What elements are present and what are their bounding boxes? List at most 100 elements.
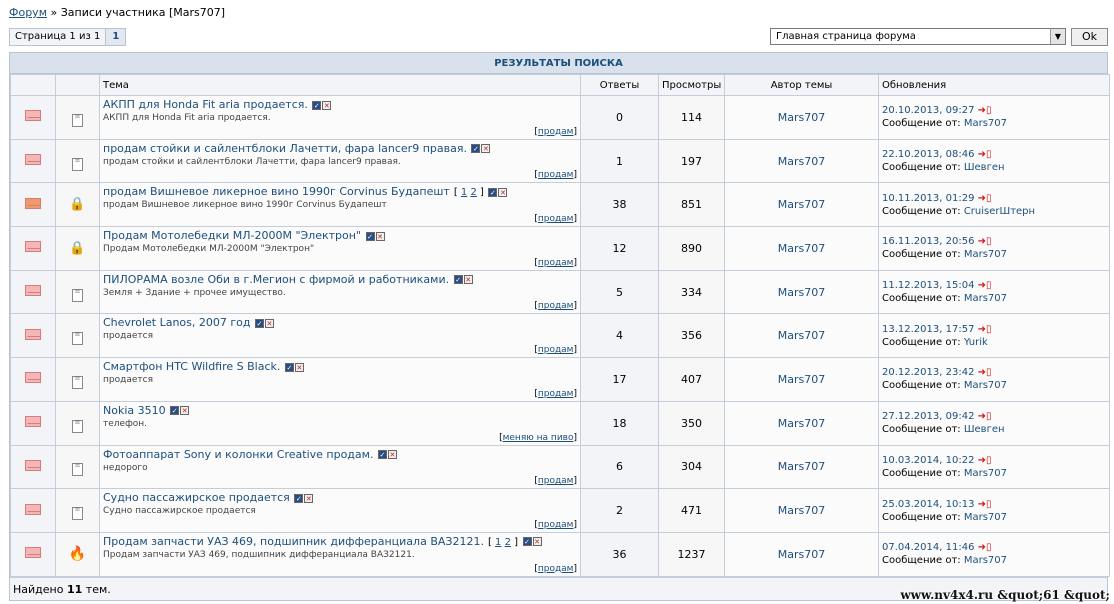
last-post-date[interactable]: 10.03.2014, 10:22 (882, 455, 974, 466)
topic-page-link[interactable]: 1 (495, 537, 501, 548)
last-post-date[interactable]: 20.10.2013, 09:27 (882, 105, 974, 116)
moderation-check-icon[interactable]: ✓ (488, 187, 498, 197)
goto-last-post-icon[interactable]: ➜▯ (978, 411, 992, 422)
replies-count[interactable]: 2 (580, 488, 659, 533)
last-poster-link[interactable]: Mars707 (964, 380, 1007, 391)
goto-last-post-icon[interactable]: ➜▯ (978, 499, 992, 510)
goto-last-post-icon[interactable]: ➜▯ (978, 367, 992, 378)
replies-count[interactable]: 18 (580, 400, 659, 446)
author-link[interactable]: Mars707 (778, 286, 825, 299)
moderation-check-icon[interactable]: ✓ (471, 144, 481, 154)
moderation-delete-icon[interactable]: ✕ (481, 144, 491, 154)
last-post-date[interactable]: 16.11.2013, 20:56 (882, 236, 974, 247)
last-post-date[interactable]: 10.11.2013, 01:29 (882, 193, 974, 204)
replies-count[interactable]: 17 (580, 357, 659, 402)
goto-last-post-icon[interactable]: ➜▯ (978, 324, 992, 335)
author-link[interactable]: Mars707 (778, 329, 825, 342)
replies-count[interactable]: 0 (580, 95, 659, 140)
last-poster-link[interactable]: Mars707 (964, 512, 1007, 523)
moderation-check-icon[interactable]: ✓ (312, 100, 322, 110)
topic-title-link[interactable]: Фотоаппарат Sony и колонки Creative прод… (103, 448, 373, 461)
moderation-delete-icon[interactable]: ✕ (294, 362, 304, 372)
replies-count[interactable]: 12 (580, 226, 659, 271)
moderation-check-icon[interactable]: ✓ (453, 275, 463, 285)
goto-last-post-icon[interactable]: ➜▯ (978, 193, 992, 204)
page-count-label[interactable]: Страница 1 из 1 (10, 29, 107, 45)
last-poster-link[interactable]: Mars707 (964, 468, 1007, 479)
topic-title-link[interactable]: Продам Мотолебедки МЛ-2000М "Электрон" (103, 229, 361, 242)
last-poster-link[interactable]: Mars707 (964, 118, 1007, 129)
topic-title-link[interactable]: Продам запчасти УАЗ 469, подшипник диффе… (103, 535, 484, 548)
topic-tag-link[interactable]: продам (538, 476, 574, 486)
last-poster-link[interactable]: Mars707 (964, 555, 1007, 566)
topic-title-link[interactable]: ПИЛОРАМА возле Оби в г.Мегион с фирмой и… (103, 273, 449, 286)
replies-count[interactable]: 1 (580, 138, 659, 184)
topic-page-link[interactable]: 2 (505, 537, 511, 548)
page-number-1[interactable]: 1 (106, 29, 126, 45)
moderation-check-icon[interactable]: ✓ (284, 362, 294, 372)
moderation-delete-icon[interactable]: ✕ (375, 231, 385, 241)
goto-last-post-icon[interactable]: ➜▯ (978, 455, 992, 466)
moderation-delete-icon[interactable]: ✕ (180, 406, 190, 416)
last-post-date[interactable]: 22.10.2013, 08:46 (882, 149, 974, 160)
topic-title-link[interactable]: Nokia 3510 (103, 404, 166, 417)
last-post-date[interactable]: 20.12.2013, 23:42 (882, 367, 974, 378)
topic-title-link[interactable]: продам Вишневое ликерное вино 1990г Corv… (103, 185, 450, 198)
author-link[interactable]: Mars707 (778, 111, 825, 124)
last-poster-link[interactable]: Yurik (964, 337, 988, 348)
breadcrumb-forum-link[interactable]: Форум (9, 6, 47, 19)
topic-title-link[interactable]: Chevrolet Lanos, 2007 год (103, 316, 250, 329)
topic-tag-link[interactable]: продам (538, 301, 574, 311)
last-post-date[interactable]: 13.12.2013, 17:57 (882, 324, 974, 335)
moderation-delete-icon[interactable]: ✕ (532, 537, 542, 547)
author-link[interactable]: Mars707 (778, 504, 825, 517)
replies-count[interactable]: 6 (580, 444, 659, 490)
last-poster-link[interactable]: Mars707 (964, 293, 1007, 304)
goto-last-post-icon[interactable]: ➜▯ (978, 105, 992, 116)
moderation-check-icon[interactable]: ✓ (254, 318, 264, 328)
last-poster-link[interactable]: CruiserШтерн (964, 206, 1035, 217)
topic-title-link[interactable]: Судно пассажирское продается (103, 491, 290, 504)
topic-page-link[interactable]: 1 (461, 187, 467, 198)
moderation-delete-icon[interactable]: ✕ (264, 318, 274, 328)
moderation-delete-icon[interactable]: ✕ (463, 275, 473, 285)
topic-page-link[interactable]: 2 (470, 187, 476, 198)
goto-last-post-icon[interactable]: ➜▯ (978, 236, 992, 247)
replies-count[interactable]: 5 (580, 269, 659, 315)
author-link[interactable]: Mars707 (778, 155, 825, 168)
author-link[interactable]: Mars707 (778, 548, 825, 561)
replies-count[interactable]: 36 (580, 531, 659, 577)
moderation-check-icon[interactable]: ✓ (294, 493, 304, 503)
topic-tag-link[interactable]: продам (538, 389, 574, 399)
author-link[interactable]: Mars707 (778, 373, 825, 386)
moderation-check-icon[interactable]: ✓ (377, 450, 387, 459)
last-poster-link[interactable]: Mars707 (964, 249, 1007, 260)
author-link[interactable]: Mars707 (778, 460, 825, 473)
topic-tag-link[interactable]: продам (538, 214, 574, 224)
topic-title-link[interactable]: продам стойки и сайлентблоки Лачетти, фа… (103, 142, 467, 155)
topic-tag-link[interactable]: продам (538, 258, 574, 268)
topic-tag-link[interactable]: продам (538, 564, 574, 574)
topic-tag-link[interactable]: продам (538, 170, 574, 180)
topic-tag-link[interactable]: меняю на пиво (503, 433, 574, 443)
last-post-date[interactable]: 11.12.2013, 15:04 (882, 280, 974, 291)
moderation-check-icon[interactable]: ✓ (365, 231, 375, 241)
replies-count[interactable]: 4 (580, 313, 659, 359)
topic-tag-link[interactable]: продам (538, 520, 574, 530)
goto-last-post-icon[interactable]: ➜▯ (978, 280, 992, 291)
moderation-check-icon[interactable]: ✓ (170, 406, 180, 416)
last-post-date[interactable]: 27.12.2013, 09:42 (882, 411, 974, 422)
topic-tag-link[interactable]: продам (538, 345, 574, 355)
ok-button[interactable]: Ok (1071, 28, 1108, 46)
topic-title-link[interactable]: Смартфон HTC Wildfire S Black. (103, 360, 280, 373)
last-poster-link[interactable]: Шевген (964, 162, 1005, 173)
dropdown-arrow-icon[interactable]: ▼ (1050, 29, 1065, 44)
moderation-delete-icon[interactable]: ✕ (322, 100, 332, 110)
author-link[interactable]: Mars707 (778, 198, 825, 211)
moderation-check-icon[interactable]: ✓ (522, 537, 532, 547)
author-link[interactable]: Mars707 (778, 417, 825, 430)
goto-last-post-icon[interactable]: ➜▯ (978, 542, 992, 553)
last-poster-link[interactable]: Шевген (964, 424, 1005, 435)
last-post-date[interactable]: 07.04.2014, 11:46 (882, 542, 974, 553)
moderation-delete-icon[interactable]: ✕ (304, 493, 314, 503)
